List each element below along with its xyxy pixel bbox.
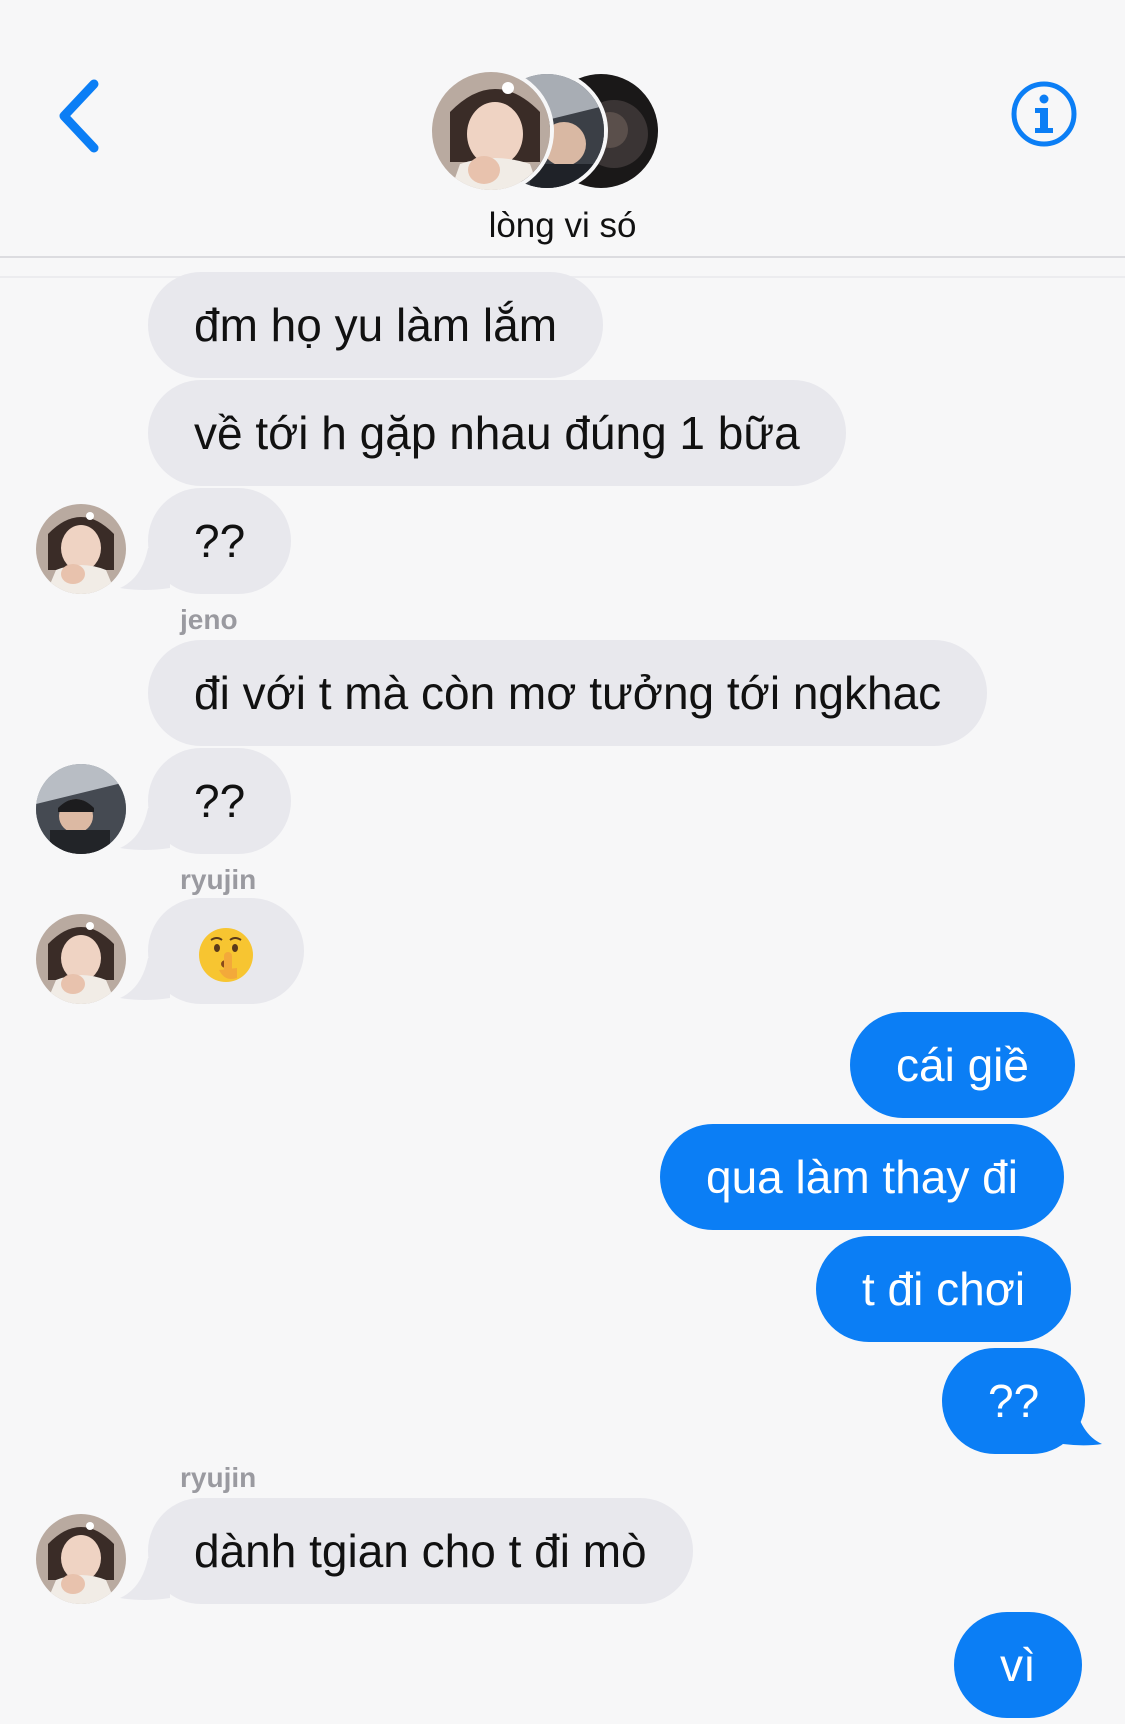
message-bubble-outgoing[interactable]: t đi chơi xyxy=(816,1236,1072,1342)
back-button[interactable] xyxy=(52,76,112,156)
sender-name: ryujin xyxy=(180,864,257,895)
message-text: ?? xyxy=(194,775,246,827)
message-text: t đi chơi xyxy=(862,1263,1026,1315)
message-bubble-outgoing[interactable]: vì xyxy=(954,1612,1082,1718)
sender-avatar[interactable] xyxy=(36,914,126,1004)
message-bubble-incoming[interactable] xyxy=(148,898,304,1004)
message-text: về tới h gặp nhau đúng 1 bữa xyxy=(194,407,800,459)
message-bubble-incoming[interactable]: về tới h gặp nhau đúng 1 bữa xyxy=(148,380,846,486)
group-member-avatar-1 xyxy=(428,68,554,194)
message-bubble-outgoing[interactable]: ?? xyxy=(942,1348,1086,1454)
sender-avatar[interactable] xyxy=(36,764,126,854)
message-bubble-incoming[interactable]: ?? xyxy=(148,488,292,594)
sender-avatar[interactable] xyxy=(36,1514,126,1604)
message-bubble-outgoing[interactable]: cái giề xyxy=(850,1012,1075,1118)
message-text: ?? xyxy=(988,1375,1040,1427)
message-text: ?? xyxy=(194,515,246,567)
message-bubble-incoming[interactable]: dành tgian cho t đi mò xyxy=(148,1498,693,1604)
sender-name: jeno xyxy=(180,604,238,635)
message-bubble-incoming[interactable]: đm họ yu làm lắm xyxy=(148,272,604,378)
message-text: cái giề xyxy=(896,1039,1029,1091)
message-bubble-incoming[interactable]: đi với t mà còn mơ tưởng tới ngkhac xyxy=(148,640,988,746)
header-divider xyxy=(0,256,1125,258)
sender-avatar[interactable] xyxy=(36,504,126,594)
message-text: vì xyxy=(1000,1639,1036,1691)
message-text: qua làm thay đi xyxy=(706,1151,1018,1203)
message-text: dành tgian cho t đi mò xyxy=(194,1525,647,1577)
sender-name: ryujin xyxy=(180,1462,257,1493)
message-bubble-incoming[interactable]: ?? xyxy=(148,748,292,854)
message-text: đi với t mà còn mơ tưởng tới ngkhac xyxy=(194,667,942,719)
message-bubble-outgoing[interactable]: qua làm thay đi xyxy=(660,1124,1064,1230)
shushing-face-emoji xyxy=(199,927,253,982)
chat-header: lòng vi só xyxy=(0,0,1125,258)
group-title[interactable]: lòng vi só xyxy=(0,206,1125,246)
info-button[interactable] xyxy=(1010,80,1078,148)
message-text: đm họ yu làm lắm xyxy=(194,299,558,351)
group-avatar-stack[interactable] xyxy=(428,68,672,194)
chevron-left-icon xyxy=(59,79,99,153)
info-icon xyxy=(1011,81,1077,147)
